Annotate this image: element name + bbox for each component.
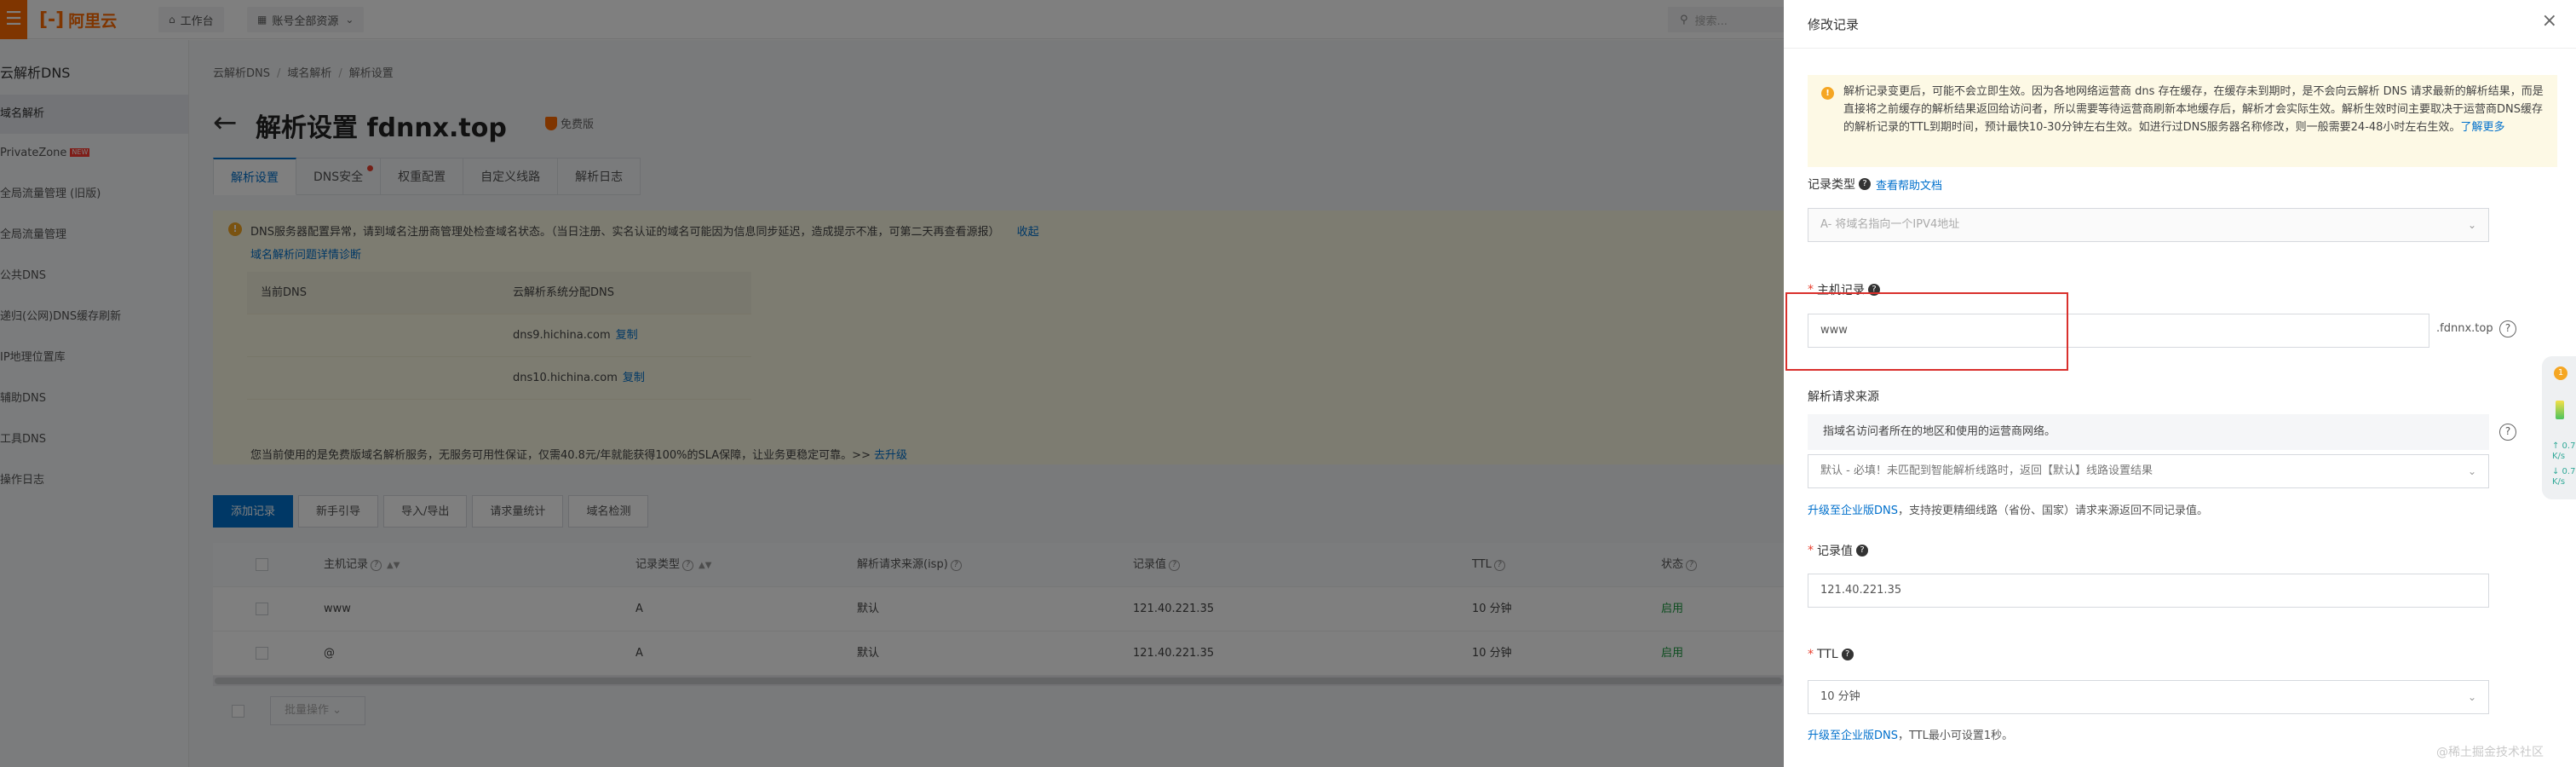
help-icon[interactable]: ? [1841, 649, 1854, 660]
chevron-down-icon: ⌄ [2467, 219, 2476, 231]
domain-suffix: .fdnnx.top [2436, 322, 2493, 335]
request-source-label: 解析请求来源 [1808, 390, 1879, 404]
drawer-title: 修改记录 [1808, 17, 1860, 32]
speed-bar-icon [2556, 401, 2564, 419]
notification-badge: 1 [2554, 366, 2567, 380]
watermark: @稀土掘金技术社区 [2436, 746, 2544, 759]
notice-text: 解析记录变更后，可能不会立即生效。因为各地网络运营商 dns 存在缓存，在缓存未… [1843, 85, 2544, 134]
close-icon[interactable]: × [2542, 10, 2557, 32]
record-value-label: * 记录值 ? [1808, 542, 1868, 559]
question-icon[interactable]: ? [2499, 320, 2516, 337]
record-value-input[interactable]: 121.40.221.35 [1808, 574, 2489, 608]
help-doc-link[interactable]: 查看帮助文档 [1876, 176, 1942, 193]
ttl-select[interactable]: 10 分钟 ⌄ [1808, 680, 2489, 714]
edit-record-drawer: 修改记录 × ! 解析记录变更后，可能不会立即生效。因为各地网络运营商 dns … [1784, 0, 2576, 767]
ttl-upgrade-hint: 升级至企业版DNS，TTL最小可设置1秒。 [1808, 730, 2014, 742]
ttl-value: 10 分钟 [1820, 690, 1860, 703]
source-upgrade-hint: 升级至企业版DNS，支持按更精细线路（省份、国家）请求来源返回不同记录值。 [1808, 505, 2209, 517]
floating-assistant-widget[interactable]: 1 ↑ 0.7 K/s ↓ 0.7 K/s [2542, 356, 2576, 499]
chevron-down-icon: ⌄ [2467, 465, 2476, 477]
highlight-box [1785, 292, 2068, 371]
upgrade-enterprise-link[interactable]: 升级至企业版DNS [1808, 730, 1898, 742]
divider [1784, 48, 2576, 49]
help-icon[interactable]: ? [1859, 178, 1871, 190]
request-source-select[interactable]: 默认 - 必填！未匹配到智能解析线路时，返回【默认】线路设置结果 ⌄ [1808, 454, 2489, 488]
help-icon[interactable]: ? [1856, 545, 1868, 557]
question-icon[interactable]: ? [2499, 424, 2516, 441]
request-source-info: 指域名访问者所在的地区和使用的运营商网络。 [1808, 414, 2489, 450]
upload-speed: ↑ 0.7 K/s [2552, 441, 2576, 461]
chevron-down-icon: ⌄ [2467, 691, 2476, 703]
record-type-label: 记录类型 ? 查看帮助文档 [1808, 176, 1942, 193]
upgrade-enterprise-link[interactable]: 升级至企业版DNS [1808, 505, 1898, 517]
request-source-value: 默认 - 必填！未匹配到智能解析线路时，返回【默认】线路设置结果 [1820, 464, 2153, 477]
modal-overlay[interactable] [0, 0, 1784, 767]
propagation-notice: ! 解析记录变更后，可能不会立即生效。因为各地网络运营商 dns 存在缓存，在缓… [1808, 75, 2557, 167]
download-speed: ↓ 0.7 K/s [2552, 467, 2576, 487]
record-type-select: A- 将域名指向一个IPV4地址 ⌄ [1808, 208, 2489, 242]
ttl-label: * TTL ? [1808, 648, 1854, 661]
record-type-value: A- 将域名指向一个IPV4地址 [1820, 218, 1960, 231]
learn-more-link[interactable]: 了解更多 [2460, 121, 2504, 134]
warning-icon: ! [1821, 87, 1834, 100]
